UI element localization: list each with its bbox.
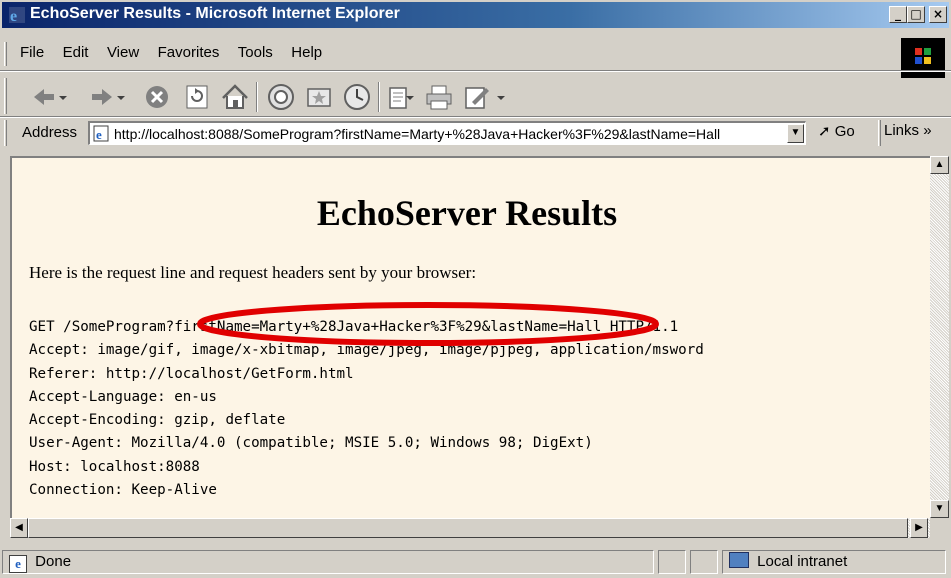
address-label: Address [22, 124, 78, 141]
header-host: Host: localhost:8088 [29, 458, 200, 475]
edit-icon[interactable] [460, 80, 494, 114]
scrollbar-corner [930, 518, 949, 538]
forward-icon[interactable] [84, 80, 118, 114]
scroll-up-icon[interactable]: ▲ [930, 156, 949, 174]
window-title: EchoServer Results - Microsoft Internet … [30, 5, 400, 22]
menu-favorites[interactable]: Favorites [158, 44, 220, 61]
search-icon[interactable] [264, 80, 298, 114]
status-bar: e Done Local intranet [0, 548, 951, 578]
close-button[interactable]: × [929, 6, 947, 23]
menu-bar: File Edit View Favorites Tools Help [10, 44, 336, 66]
minimize-button[interactable]: _ [889, 6, 907, 23]
page-intro-text: Here is the request line and request hea… [29, 263, 477, 282]
toolbar-separator [378, 82, 380, 112]
status-text: Done [35, 553, 72, 570]
ie-page-icon: e [93, 125, 109, 142]
refresh-icon[interactable] [180, 80, 214, 114]
header-accept-encoding: Accept-Encoding: gzip, deflate [29, 412, 286, 429]
header-connection: Connection: Keep-Alive [29, 482, 217, 499]
menu-separator [0, 70, 951, 72]
svg-text:e: e [96, 127, 102, 142]
ie-logo-icon: e [9, 7, 25, 24]
horizontal-scroll-thumb[interactable] [28, 518, 908, 538]
links-button[interactable]: Links » [884, 122, 932, 139]
scroll-down-icon[interactable]: ▼ [930, 500, 949, 518]
header-accept-language: Accept-Language: en-us [29, 388, 217, 405]
address-band-grip[interactable] [4, 120, 7, 146]
links-band-grip[interactable] [878, 120, 881, 146]
menu-edit[interactable]: Edit [63, 44, 89, 61]
status-panel [658, 550, 686, 574]
scroll-right-icon[interactable]: ▶ [910, 518, 928, 538]
header-referer: Referer: http://localhost/GetForm.html [29, 365, 354, 382]
intranet-zone-icon [729, 552, 749, 568]
back-dropdown-icon[interactable] [56, 80, 70, 114]
go-label: Go [834, 123, 855, 140]
title-bar[interactable]: e EchoServer Results - Microsoft Interne… [2, 2, 949, 28]
page-heading: EchoServer Results [316, 193, 618, 233]
forward-dropdown-icon[interactable] [114, 80, 128, 114]
vertical-scrollbar[interactable]: ▲ ▼ [930, 156, 949, 518]
maximize-button[interactable]: □ [907, 6, 925, 23]
highlight-ellipse-annotation [197, 302, 659, 346]
print-icon[interactable] [422, 80, 456, 114]
toolbar-separator [256, 82, 258, 112]
status-text-panel: e Done [2, 550, 654, 574]
windows-logo-icon [901, 38, 945, 78]
scroll-left-icon[interactable]: ◀ [10, 518, 28, 538]
zone-text: Local intranet [757, 553, 848, 570]
favorites-icon[interactable] [302, 80, 336, 114]
home-icon[interactable] [218, 80, 252, 114]
go-arrow-icon: ➚ [818, 123, 831, 140]
svg-text:e: e [10, 8, 17, 24]
menu-tools[interactable]: Tools [238, 44, 273, 61]
address-bar[interactable]: e ▼ [88, 121, 806, 145]
address-dropdown-button[interactable]: ▼ [787, 124, 804, 143]
ie-page-icon: e [9, 555, 27, 573]
toolbar-separator-line [0, 116, 951, 118]
security-zone-panel: Local intranet [722, 550, 946, 574]
menu-help[interactable]: Help [291, 44, 322, 61]
menu-file[interactable]: File [20, 44, 44, 61]
mail-icon[interactable] [384, 80, 418, 114]
status-panel [690, 550, 718, 574]
stop-icon[interactable] [140, 80, 174, 114]
toolbar-band-grip[interactable] [4, 78, 7, 114]
menu-view[interactable]: View [107, 44, 139, 61]
address-input[interactable] [114, 125, 780, 143]
links-label: Links [884, 122, 920, 139]
browser-window: e EchoServer Results - Microsoft Interne… [0, 0, 951, 578]
go-button[interactable]: ➚ Go [818, 122, 855, 144]
horizontal-scrollbar[interactable]: ◀ ▶ [10, 518, 930, 538]
history-icon[interactable] [340, 80, 374, 114]
chevron-right-icon: » [923, 122, 932, 139]
discuss-dropdown-icon[interactable] [494, 80, 508, 114]
menu-band-grip[interactable] [4, 42, 7, 66]
header-user-agent: User-Agent: Mozilla/4.0 (compatible; MSI… [29, 435, 593, 452]
